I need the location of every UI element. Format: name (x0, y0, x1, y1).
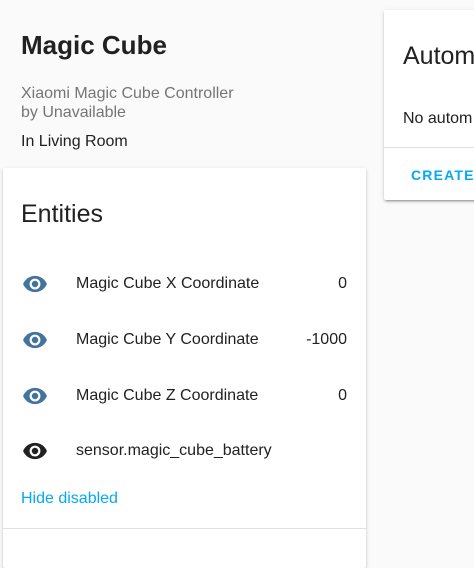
entity-name: Magic Cube X Coordinate (76, 275, 260, 292)
card-divider (384, 147, 474, 148)
eye-icon (21, 382, 49, 410)
eye-icon (21, 270, 49, 298)
entity-row-battery[interactable]: sensor.magic_cube_battery (3, 431, 366, 471)
entity-value: 0 (338, 275, 347, 292)
entity-row-x-coordinate[interactable]: Magic Cube X Coordinate 0 (3, 264, 366, 304)
eye-icon (21, 437, 49, 465)
hide-disabled-link[interactable]: Hide disabled (21, 490, 118, 508)
entities-card-title: Entities (21, 200, 103, 228)
entity-value: 0 (338, 387, 347, 404)
device-model-line: Xiaomi Magic Cube Controller (21, 85, 234, 102)
create-automation-button[interactable]: CREATE (411, 167, 474, 183)
device-area: In Living Room (21, 133, 128, 150)
device-model: Xiaomi Magic Cube Controller by Unavaila… (21, 84, 361, 122)
automation-card: Autom No autom CREATE (384, 10, 474, 200)
entity-name: sensor.magic_cube_battery (76, 442, 272, 459)
device-manufacturer-line: by Unavailable (21, 104, 126, 121)
entities-card: Entities Magic Cube X Coordinate 0 Magic… (3, 168, 366, 568)
automation-empty-text: No autom (403, 110, 473, 127)
automation-card-title: Autom (403, 42, 474, 70)
entity-name: Magic Cube Z Coordinate (76, 387, 259, 404)
card-divider (3, 528, 366, 529)
entity-row-y-coordinate[interactable]: Magic Cube Y Coordinate -1000 (3, 320, 366, 360)
entity-row-z-coordinate[interactable]: Magic Cube Z Coordinate 0 (3, 376, 366, 416)
eye-icon (21, 326, 49, 354)
entity-name: Magic Cube Y Coordinate (76, 331, 259, 348)
device-name: Magic Cube (21, 30, 167, 60)
entity-value: -1000 (306, 331, 347, 348)
device-header: Magic Cube Xiaomi Magic Cube Controller … (21, 28, 361, 151)
